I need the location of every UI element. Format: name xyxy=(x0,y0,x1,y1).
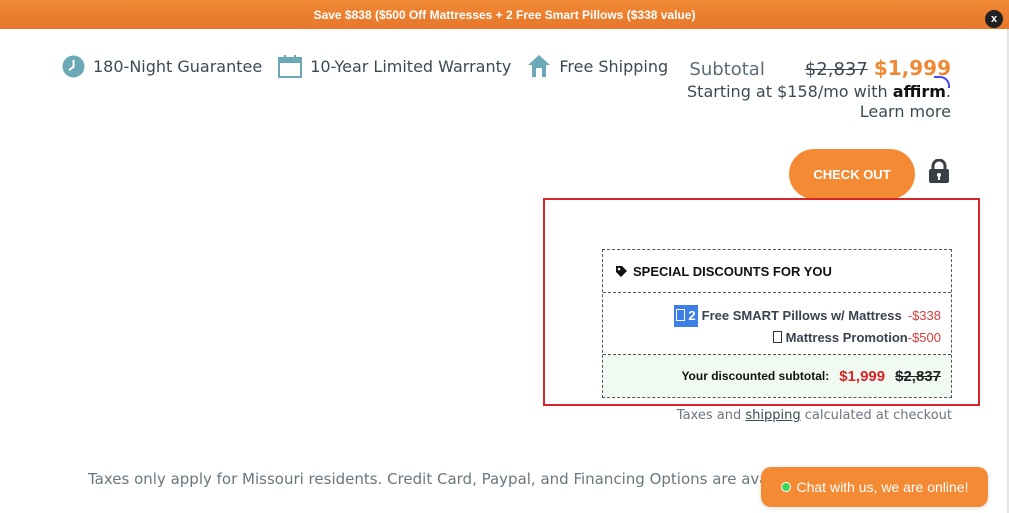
subtotal-block: Subtotal $2,837 $1,999 Starting at $158/… xyxy=(661,56,951,122)
chat-label: Chat with us, we are online! xyxy=(796,479,969,495)
clock-icon xyxy=(62,55,85,78)
box-icon xyxy=(772,331,782,343)
discount-label: Mattress Promotion xyxy=(785,330,908,345)
perk-warranty: 10-Year Limited Warranty xyxy=(278,54,512,78)
perk-label: 10-Year Limited Warranty xyxy=(310,56,512,76)
discount-item-pillows: 2 Free SMART Pillows w/ Mattress -$338 xyxy=(603,305,941,327)
discount-item-mattress: Mattress Promotion-$500 xyxy=(603,327,941,349)
learn-more-link[interactable]: Learn more xyxy=(860,102,951,121)
footer-text: Taxes only apply for Missouri residents.… xyxy=(88,470,768,488)
chat-button[interactable]: Chat with us, we are online! xyxy=(761,467,988,507)
promo-banner: Save $838 ($500 Off Mattresses + 2 Free … xyxy=(0,0,1009,29)
perk-label: Free Shipping xyxy=(559,56,669,76)
discounted-subtotal-row: Your discounted subtotal: $1,999 $2,837 xyxy=(603,355,951,397)
online-status-icon xyxy=(780,482,791,492)
lock-icon xyxy=(928,158,950,187)
affirm-logo: affirm xyxy=(892,82,946,101)
checkout-button[interactable]: CHECK OUT xyxy=(789,149,915,199)
taxes-note: Taxes and shipping calculated at checkou… xyxy=(676,408,952,423)
shipping-link[interactable]: shipping xyxy=(745,408,800,423)
discounted-price: $1,999 xyxy=(839,367,886,385)
perk-label: 180-Night Guarantee xyxy=(93,56,263,76)
financing-text: Starting at $158/mo with xyxy=(687,82,888,101)
promo-text: Save $838 ($500 Off Mattresses + 2 Free … xyxy=(313,7,696,22)
perks-row: 180-Night Guarantee 10-Year Limited Warr… xyxy=(62,54,684,78)
discount-amount: -$338 xyxy=(907,308,941,323)
selected-text: 2 xyxy=(674,305,698,327)
original-price: $2,837 xyxy=(804,59,868,80)
discount-amount: -$500 xyxy=(907,330,941,345)
discount-items: 2 Free SMART Pillows w/ Mattress -$338 Mat… xyxy=(603,293,951,355)
financing-line: Starting at $158/mo with affirm. Learn m… xyxy=(687,82,951,121)
subtotal-label: Subtotal xyxy=(689,59,765,80)
discounts-header: SPECIAL DISCOUNTS FOR YOU xyxy=(603,250,951,293)
perk-guarantee: 180-Night Guarantee xyxy=(62,55,262,78)
discount-label: Free SMART Pillows w/ Mattress xyxy=(701,308,902,323)
calendar-icon xyxy=(278,54,303,78)
discounts-title: SPECIAL DISCOUNTS FOR YOU xyxy=(633,263,832,279)
perk-shipping: Free Shipping xyxy=(527,54,668,78)
discounted-original-price: $2,837 xyxy=(895,367,941,385)
special-discounts-panel: SPECIAL DISCOUNTS FOR YOU 2 Free SMART Pi… xyxy=(602,249,952,398)
discounted-subtotal-label: Your discounted subtotal: xyxy=(681,369,830,383)
tag-icon xyxy=(615,265,628,278)
close-icon[interactable]: x xyxy=(985,10,1003,28)
house-icon xyxy=(527,54,551,78)
